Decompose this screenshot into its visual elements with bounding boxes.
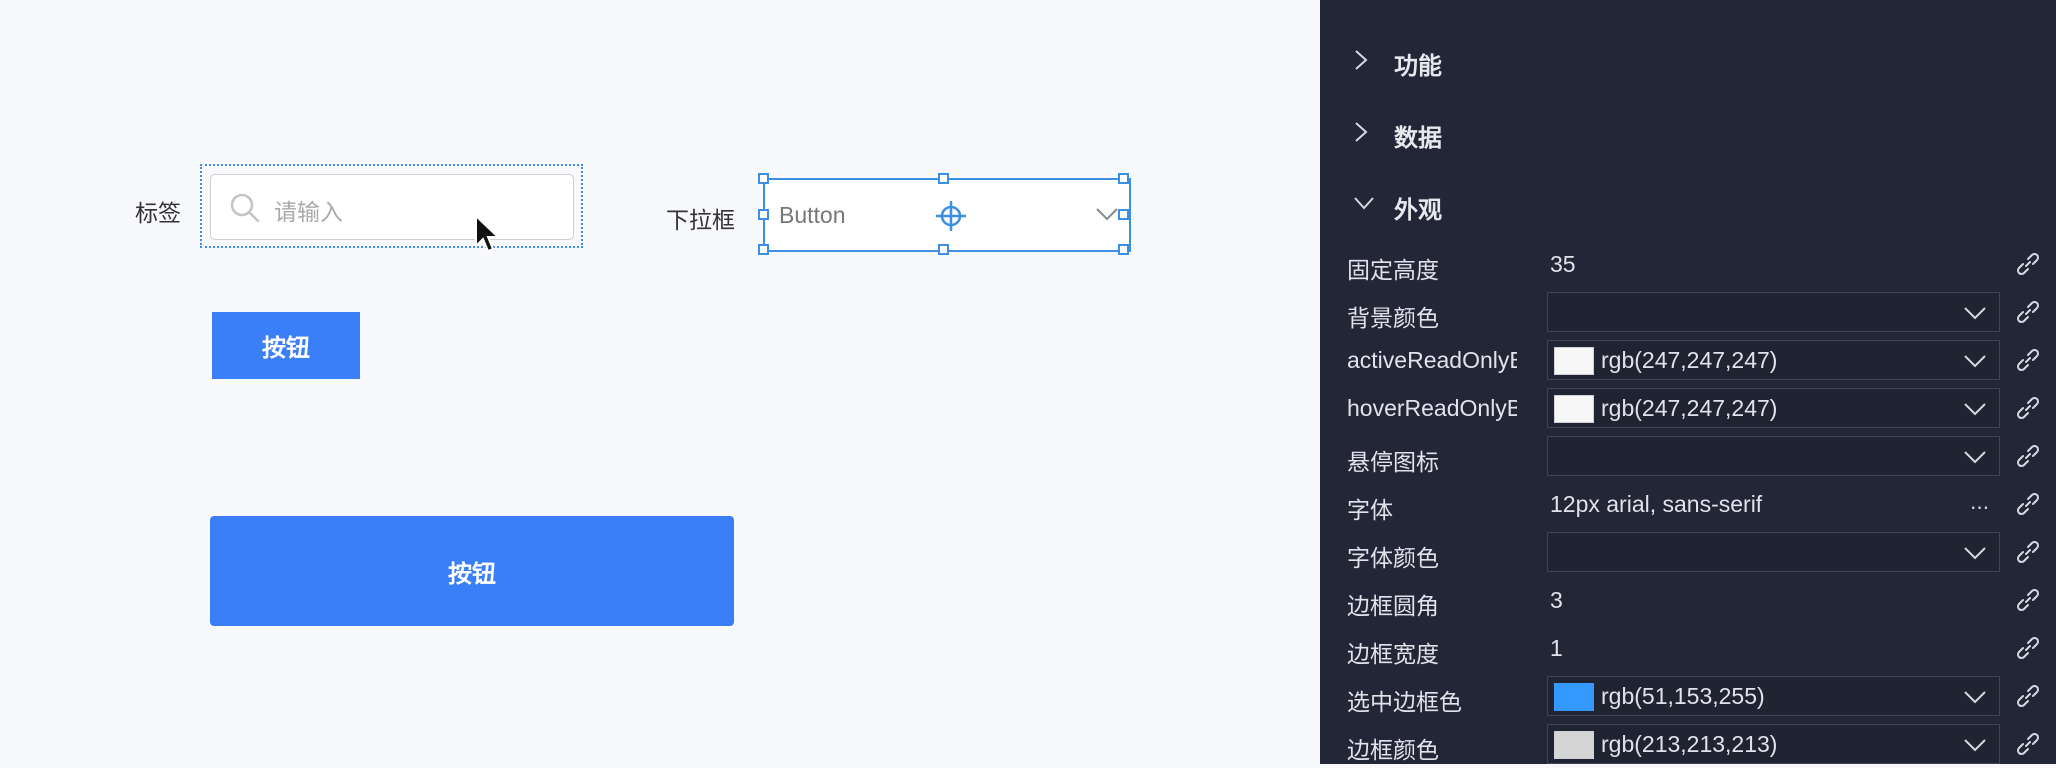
dropdown-select[interactable]: Button — [758, 173, 1131, 255]
prop-row-bg-color: 背景颜色 — [1320, 288, 2056, 336]
color-value: rgb(247,247,247) — [1601, 347, 1778, 373]
color-swatch[interactable] — [1554, 731, 1594, 759]
color-value: rgb(247,247,247) — [1601, 395, 1778, 421]
prop-name: 背景颜色 — [1347, 305, 1439, 331]
prop-name: 选中边框色 — [1347, 689, 1462, 715]
link-icon[interactable] — [2015, 251, 2041, 277]
prop-row-border-color: 边框颜色 rgb(213,213,213) — [1320, 720, 2056, 768]
color-value: rgb(51,153,255) — [1601, 683, 1765, 709]
prop-row-font: 字体 12px arial, sans-serif ... — [1320, 480, 2056, 528]
search-icon — [230, 193, 260, 223]
color-select[interactable] — [1547, 292, 2000, 332]
resize-handle-bottom-left[interactable] — [758, 244, 769, 255]
prop-value[interactable]: 35 — [1550, 251, 1576, 278]
property-panel: 功能 数据 外观 固定高度 35 背景颜色 activeReadOnlyBa r… — [1320, 0, 2056, 764]
chevron-down-icon — [1964, 403, 1986, 416]
prop-row-font-color: 字体颜色 — [1320, 528, 2056, 576]
prop-row-fixed-height: 固定高度 35 — [1320, 240, 2056, 288]
prop-name: 边框宽度 — [1347, 641, 1439, 667]
prop-name: 固定高度 — [1347, 257, 1439, 283]
section-title: 数据 — [1394, 125, 1442, 152]
prop-value[interactable]: 12px arial, sans-serif — [1550, 491, 1762, 518]
resize-handle-bottom[interactable] — [938, 244, 949, 255]
more-options-button[interactable]: ... — [1970, 488, 1989, 515]
link-icon[interactable] — [2015, 731, 2041, 757]
section-title: 外观 — [1394, 197, 1442, 224]
resize-handle-left[interactable] — [758, 209, 769, 220]
chevron-down-icon — [1964, 307, 1986, 320]
chevron-down-icon — [1964, 739, 1986, 752]
link-icon[interactable] — [2015, 539, 2041, 565]
chevron-down-icon — [1964, 355, 1986, 368]
prop-name: 边框圆角 — [1347, 593, 1439, 619]
section-data[interactable]: 数据 — [1320, 106, 2056, 156]
prop-name: 字体颜色 — [1347, 545, 1439, 571]
link-icon[interactable] — [2015, 443, 2041, 469]
prop-row-border-radius: 边框圆角 3 — [1320, 576, 2056, 624]
link-icon[interactable] — [2015, 587, 2041, 613]
link-icon[interactable] — [2015, 635, 2041, 661]
chevron-right-icon — [1355, 50, 1368, 70]
prop-row-selected-border-color: 选中边框色 rgb(51,153,255) — [1320, 672, 2056, 720]
chevron-down-icon — [1964, 691, 1986, 704]
prop-name: 悬停图标 — [1347, 449, 1439, 475]
prop-name: activeReadOnlyBa — [1347, 347, 1517, 373]
design-canvas[interactable]: 标签 请输入 下拉框 Button 按钮 按钮 — [0, 0, 1320, 764]
dropdown-value: Button — [779, 202, 846, 228]
link-icon[interactable] — [2015, 395, 2041, 421]
color-select[interactable]: rgb(247,247,247) — [1547, 388, 2000, 428]
tag-label: 标签 — [135, 200, 181, 226]
mouse-cursor-icon — [475, 214, 501, 253]
search-input[interactable]: 请输入 — [210, 174, 574, 240]
link-icon[interactable] — [2015, 491, 2041, 517]
chevron-down-icon — [1964, 547, 1986, 560]
search-widget-selection[interactable]: 请输入 — [200, 164, 583, 248]
prop-row-hover-icon: 悬停图标 — [1320, 432, 2056, 480]
link-icon[interactable] — [2015, 299, 2041, 325]
section-appearance[interactable]: 外观 — [1320, 178, 2056, 228]
dropdown-label: 下拉框 — [666, 207, 735, 233]
color-swatch[interactable] — [1554, 395, 1594, 423]
prop-value[interactable]: 1 — [1550, 635, 1563, 662]
section-functions[interactable]: 功能 — [1320, 34, 2056, 84]
resize-handle-top-right[interactable] — [1118, 173, 1129, 184]
chevron-down-icon — [1354, 197, 1374, 210]
prop-name: hoverReadOnlyBa — [1347, 395, 1517, 421]
color-swatch[interactable] — [1554, 683, 1594, 711]
resize-handle-bottom-right[interactable] — [1118, 244, 1129, 255]
prop-name: 边框颜色 — [1347, 737, 1439, 763]
search-placeholder: 请输入 — [274, 199, 343, 225]
chevron-down-icon — [1964, 451, 1986, 464]
icon-select[interactable] — [1547, 436, 2000, 476]
prop-row-hover-readonly-bg: hoverReadOnlyBa rgb(247,247,247) — [1320, 384, 2056, 432]
prop-name: 字体 — [1347, 497, 1393, 523]
small-button[interactable]: 按钮 — [212, 312, 360, 379]
color-select[interactable]: rgb(51,153,255) — [1547, 676, 2000, 716]
prop-row-border-width: 边框宽度 1 — [1320, 624, 2056, 672]
chevron-down-icon — [1096, 208, 1118, 221]
color-select[interactable] — [1547, 532, 2000, 572]
color-select[interactable]: rgb(247,247,247) — [1547, 340, 2000, 380]
resize-handle-top-left[interactable] — [758, 173, 769, 184]
section-title: 功能 — [1394, 53, 1442, 80]
large-button[interactable]: 按钮 — [210, 516, 734, 626]
move-crosshair-icon[interactable] — [935, 200, 967, 232]
prop-value[interactable]: 3 — [1550, 587, 1563, 614]
prop-row-active-readonly-bg: activeReadOnlyBa rgb(247,247,247) — [1320, 336, 2056, 384]
link-icon[interactable] — [2015, 347, 2041, 373]
color-select[interactable]: rgb(213,213,213) — [1547, 724, 2000, 764]
color-value: rgb(213,213,213) — [1601, 731, 1778, 757]
link-icon[interactable] — [2015, 683, 2041, 709]
chevron-right-icon — [1355, 122, 1368, 142]
color-swatch[interactable] — [1554, 347, 1594, 375]
resize-handle-right[interactable] — [1118, 209, 1129, 220]
resize-handle-top[interactable] — [938, 173, 949, 184]
